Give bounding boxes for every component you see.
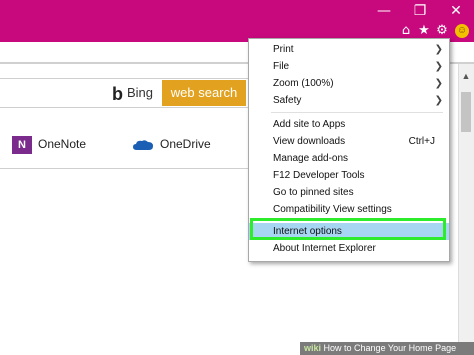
favorite-onedrive[interactable]: OneDrive [132,134,211,154]
chevron-right-icon: ❯ [434,61,443,72]
minimize-icon[interactable]: — [366,0,402,22]
menu-item-file[interactable]: File ❯ [249,58,449,75]
chevron-right-icon: ❯ [434,78,443,89]
menu-item-add-site-to-apps[interactable]: Add site to Apps [249,116,449,133]
menu-item-f12-developer-tools[interactable]: F12 Developer Tools [249,167,449,184]
menu-item-go-to-pinned-sites[interactable]: Go to pinned sites [249,184,449,201]
onenote-label: OneNote [38,137,87,151]
onedrive-cloud-icon [133,140,153,150]
menu-item-about-internet-explorer[interactable]: About Internet Explorer [249,240,449,257]
close-icon[interactable]: ✕ [438,0,474,22]
scrollbar-thumb[interactable] [461,92,471,132]
onenote-icon: N [12,135,32,154]
onedrive-label: OneDrive [160,137,211,151]
watermark-text: How to Change Your Home Page [323,343,457,353]
wikihow-watermark: wiki How to Change Your Home Page [300,342,474,355]
shortcut-label: Ctrl+J [408,136,435,147]
scroll-up-icon[interactable]: ▲ [458,70,474,82]
bing-label: Bing [127,85,154,100]
menu-item-print[interactable]: Print ❯ [249,41,449,58]
menu-item-safety[interactable]: Safety ❯ [249,92,449,109]
menu-item-manage-add-ons[interactable]: Manage add-ons [249,150,449,167]
restore-icon[interactable]: ❐ [402,0,438,22]
menu-item-zoom[interactable]: Zoom (100%) ❯ [249,75,449,92]
favorite-onenote[interactable]: N OneNote [12,134,86,154]
menu-item-view-downloads[interactable]: View downloads Ctrl+J [249,133,449,150]
annotation-highlight-box [250,218,446,240]
web-search-button[interactable]: web search [162,80,246,106]
chevron-right-icon: ❯ [434,95,443,106]
bing-logo: b Bing [112,82,153,104]
chevron-right-icon: ❯ [434,44,443,55]
smiley-icon[interactable]: ☺ [455,24,469,38]
watermark-brand: wiki [304,343,322,353]
bing-b-icon: b [112,83,123,104]
menu-separator [271,112,443,113]
menu-item-compatibility-view-settings[interactable]: Compatibility View settings [249,201,449,218]
content-divider [0,168,252,169]
